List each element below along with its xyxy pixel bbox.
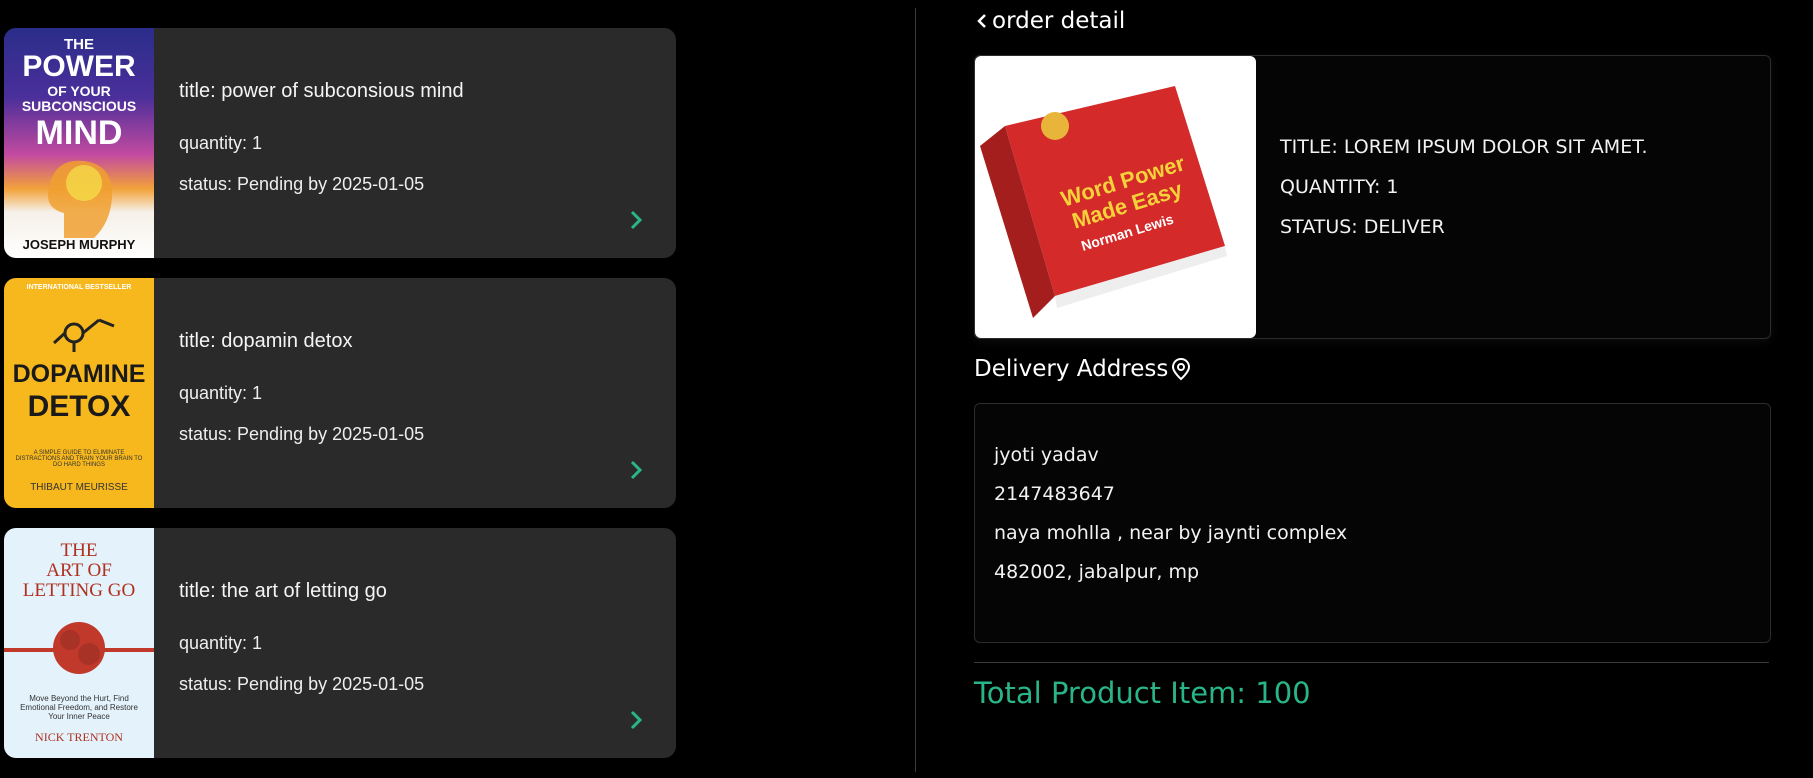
orders-list: THE POWER OF YOUR SUBCONSCIOUS MIND JOSE… [4, 28, 676, 778]
book-cover-image: Word Power Made Easy Norman Lewis [980, 86, 1227, 318]
address-street: naya mohlla , near by jaynti complex [994, 522, 1348, 544]
order-title: title: dopamin detox [179, 330, 353, 352]
order-card[interactable]: THE ART OF LETTING GO Move Beyond the Hu… [4, 528, 676, 758]
horizontal-divider [974, 662, 1769, 663]
product-quantity: QUANTITY: 1 [1280, 176, 1399, 198]
order-quantity: quantity: 1 [179, 383, 263, 403]
chevron-right-icon[interactable] [624, 208, 648, 232]
book-cover-image: INTERNATIONAL BESTSELLER DOPAMINE DETOX … [4, 278, 154, 508]
vertical-divider [915, 8, 916, 772]
order-info: title: the art of letting go quantity: 1… [154, 528, 424, 758]
product-info: TITLE: LOREM IPSUM DOLOR SIT AMET. QUANT… [1280, 136, 1648, 256]
delivery-address-heading: Delivery Address [974, 356, 1192, 382]
cover-text: POWER [22, 50, 136, 83]
address-card: jyoti yadav 2147483647 naya mohlla , nea… [974, 403, 1771, 643]
knot-icon [4, 622, 154, 674]
address-phone: 2147483647 [994, 483, 1115, 505]
order-quantity: quantity: 1 [179, 633, 263, 653]
cover-subtitle: Move Beyond the Hurt, Find Emotional Fre… [20, 694, 138, 721]
cover-text: INTERNATIONAL BESTSELLER [26, 284, 132, 291]
cover-text: THE [60, 540, 98, 561]
order-status: status: Pending by 2025-01-05 [179, 674, 425, 694]
back-button[interactable]: order detail [974, 8, 1125, 34]
order-info: title: power of subconsious mind quantit… [154, 28, 464, 258]
cover-text: SUBCONSCIOUS [21, 98, 137, 114]
cover-text: ART OF [46, 560, 112, 581]
molecule-icon [52, 318, 115, 352]
order-status: status: Pending by 2025-01-05 [179, 424, 425, 444]
product-image: Word Power Made Easy Norman Lewis [975, 56, 1256, 338]
address-city: 482002, jabalpur, mp [994, 561, 1200, 583]
location-pin-icon [1172, 357, 1191, 381]
cover-author: JOSEPH MURPHY [22, 237, 136, 252]
cover-author: THIBAUT MEURISSE [30, 482, 128, 493]
back-label: order detail [992, 8, 1126, 34]
cover-text: MIND [35, 114, 123, 152]
order-quantity: quantity: 1 [179, 133, 263, 153]
cover-text: OF YOUR [47, 83, 111, 99]
order-card[interactable]: INTERNATIONAL BESTSELLER DOPAMINE DETOX … [4, 278, 676, 508]
cover-author: NICK TRENTON [35, 730, 123, 744]
cover-text: DOPAMINE [12, 360, 146, 388]
cover-text: DETOX [27, 390, 131, 423]
order-status: status: Pending by 2025-01-05 [179, 174, 425, 194]
head-silhouette-icon [48, 160, 113, 238]
cover-subtitle: A SIMPLE GUIDE TO ELIMINATE DISTRACTIONS… [15, 450, 143, 468]
cover-text: LETTING GO [22, 580, 136, 601]
order-card[interactable]: THE POWER OF YOUR SUBCONSCIOUS MIND JOSE… [4, 28, 676, 258]
chevron-left-icon [977, 14, 986, 28]
book-cover-image: THE ART OF LETTING GO Move Beyond the Hu… [4, 528, 154, 758]
order-title: title: the art of letting go [179, 580, 387, 602]
product-status: STATUS: DELIVER [1280, 216, 1445, 238]
product-card: Word Power Made Easy Norman Lewis TITLE:… [974, 55, 1771, 339]
delivery-address-label: Delivery Address [974, 356, 1169, 382]
address-name: jyoti yadav [994, 444, 1099, 466]
address-lines: jyoti yadav 2147483647 naya mohlla , nea… [994, 444, 1347, 600]
order-title: title: power of subconsious mind [179, 80, 464, 102]
order-info: title: dopamin detox quantity: 1 status:… [154, 278, 424, 508]
product-title: TITLE: LOREM IPSUM DOLOR SIT AMET. [1280, 136, 1648, 158]
chevron-right-icon[interactable] [624, 708, 648, 732]
chevron-right-icon[interactable] [624, 458, 648, 482]
book-cover-image: THE POWER OF YOUR SUBCONSCIOUS MIND JOSE… [4, 28, 154, 258]
total-product-items: Total Product Item: 100 [974, 676, 1311, 710]
